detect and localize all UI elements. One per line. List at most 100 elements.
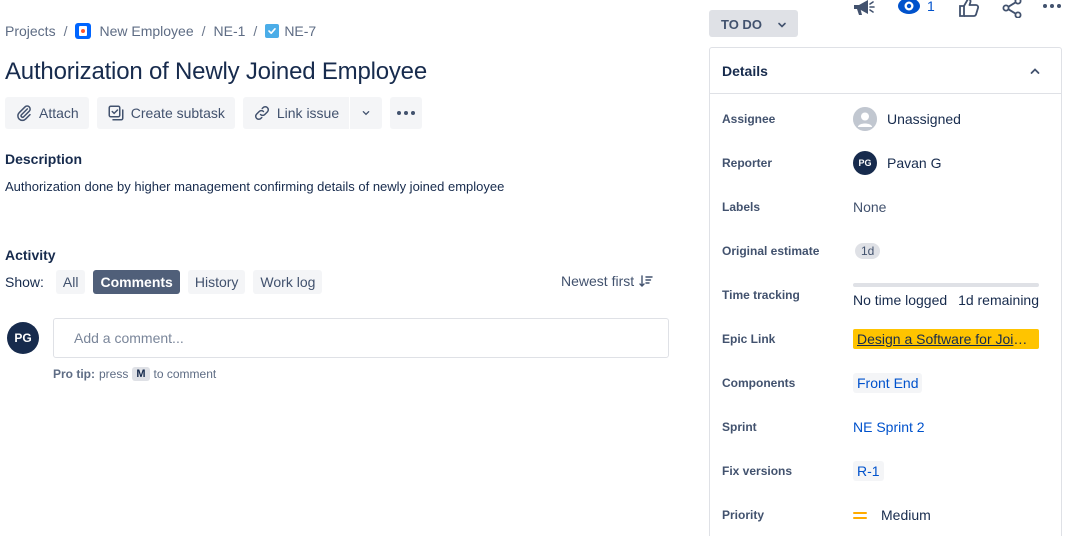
activity-filter-bar: Show: All Comments History Work log [5,270,323,294]
field-labels: Labels None [722,192,1052,222]
assignee-name: Unassigned [887,111,961,127]
time-logged: No time logged [853,291,948,308]
more-options-button[interactable] [1042,0,1062,19]
link-issue-group: Link issue [242,97,383,129]
field-label: Fix versions [722,464,793,478]
pro-tip-key: M [132,367,150,381]
filter-comments-button[interactable]: Comments [93,270,180,294]
subtask-icon [108,105,124,121]
filter-history-button[interactable]: History [187,270,246,294]
vote-button[interactable] [958,0,980,19]
unassigned-avatar-icon [853,107,877,131]
avatar: PG [853,151,877,175]
pro-tip-suffix: to comment [153,367,217,381]
field-label: Components [722,376,796,390]
chevron-down-icon [778,22,786,28]
epic-link-value: Design a Software for Joini... [853,329,1039,349]
field-priority: Priority Medium [722,500,1052,530]
reporter-value[interactable]: PG Pavan G [853,151,941,175]
comment-input[interactable]: Add a comment... [53,318,669,358]
time-tracking-bar [853,282,1039,287]
attach-label: Attach [39,105,79,121]
task-type-icon [265,24,280,38]
chevron-up-icon [1030,67,1040,74]
filter-all-button[interactable]: All [55,270,86,294]
sort-order-label: Newest first [561,273,635,289]
paperclip-icon [17,105,31,122]
field-assignee: Assignee Unassigned [722,104,1052,134]
share-icon [1002,0,1022,18]
breadcrumb-project[interactable]: New Employee [75,23,194,39]
details-header[interactable]: Details [710,48,1061,94]
link-issue-button[interactable]: Link issue [242,97,350,129]
breadcrumb-separator: / [63,23,68,39]
pro-tip-label: Pro tip: [53,367,95,381]
breadcrumb-parent-issue[interactable]: NE-1 [214,23,246,39]
breadcrumb: Projects / New Employee / NE-1 / NE-7 [5,22,316,40]
priority-name: Medium [881,507,931,523]
priority-value[interactable]: Medium [847,507,931,523]
sprint-link[interactable]: NE Sprint 2 [853,419,925,435]
issue-toolbar: Attach Create subtask Link issue [5,97,423,129]
field-label: Original estimate [722,244,820,258]
field-label: Labels [722,200,761,214]
components-value: Front End [853,373,923,393]
details-title: Details [722,62,768,79]
fix-version-lozenge[interactable]: R-1 [853,461,884,481]
thumbs-up-icon [959,0,980,17]
sprint-value: NE Sprint 2 [853,419,925,435]
status-label: To Do [721,17,762,32]
pro-tip: Pro tip: press M to comment [53,367,216,381]
create-subtask-button[interactable]: Create subtask [96,97,235,129]
labels-value[interactable]: None [853,199,886,215]
time-tracking-value[interactable]: No time logged 1d remaining [853,282,1039,308]
megaphone-icon [854,0,875,15]
component-lozenge[interactable]: Front End [853,373,923,393]
share-button[interactable] [1001,0,1023,19]
show-label: Show: [5,274,44,290]
create-subtask-label: Create subtask [130,105,225,121]
eye-icon [898,0,920,14]
field-original-estimate: Original estimate 1d [722,236,1052,266]
give-feedback-button[interactable] [851,0,875,19]
time-tracking-widget: No time logged 1d remaining [853,282,1039,308]
breadcrumb-project-label: New Employee [99,23,194,39]
breadcrumb-separator: / [201,23,206,39]
fix-versions-value: R-1 [853,461,884,481]
breadcrumb-projects[interactable]: Projects [5,23,56,39]
attach-button[interactable]: Attach [5,97,89,129]
chevron-down-icon [362,111,370,116]
field-components: Components Front End [722,368,1052,398]
assignee-value[interactable]: Unassigned [853,107,961,131]
epic-link-lozenge[interactable]: Design a Software for Joini... [853,329,1039,349]
description-heading: Description [5,151,83,167]
original-estimate-value[interactable]: 1d [853,243,881,259]
breadcrumb-issue[interactable]: NE-7 [265,23,316,39]
field-label: Priority [722,508,765,522]
watch-button[interactable]: 1 [897,0,935,19]
field-label: Assignee [722,112,776,126]
watchers-count: 1 [927,0,935,14]
sort-descending-icon [639,275,653,287]
pro-tip-press: press [99,367,129,381]
description-text[interactable]: Authorization done by higher management … [5,179,504,194]
reporter-name: Pavan G [887,155,942,171]
field-label: Reporter [722,156,773,170]
time-remaining: 1d remaining [958,291,1039,308]
details-panel: Details Assignee Unassigned Reporter PG … [709,47,1062,536]
field-label: Sprint [722,420,757,434]
breadcrumb-separator: / [253,23,258,39]
field-epic-link: Epic Link Design a Software for Joini... [722,324,1052,354]
link-icon [254,105,269,121]
avatar: PG [7,322,39,354]
sort-order-button[interactable]: Newest first [561,273,653,289]
status-dropdown-button[interactable]: To Do [709,10,798,37]
field-label: Epic Link [722,332,776,346]
priority-medium-icon [853,507,869,523]
link-issue-dropdown-button[interactable] [350,97,383,129]
issue-title[interactable]: Authorization of Newly Joined Employee [5,58,427,86]
filter-worklog-button[interactable]: Work log [253,270,323,294]
field-time-tracking: Time tracking No time logged 1d remainin… [722,280,1052,310]
more-actions-button[interactable] [390,97,423,129]
field-sprint: Sprint NE Sprint 2 [722,412,1052,442]
